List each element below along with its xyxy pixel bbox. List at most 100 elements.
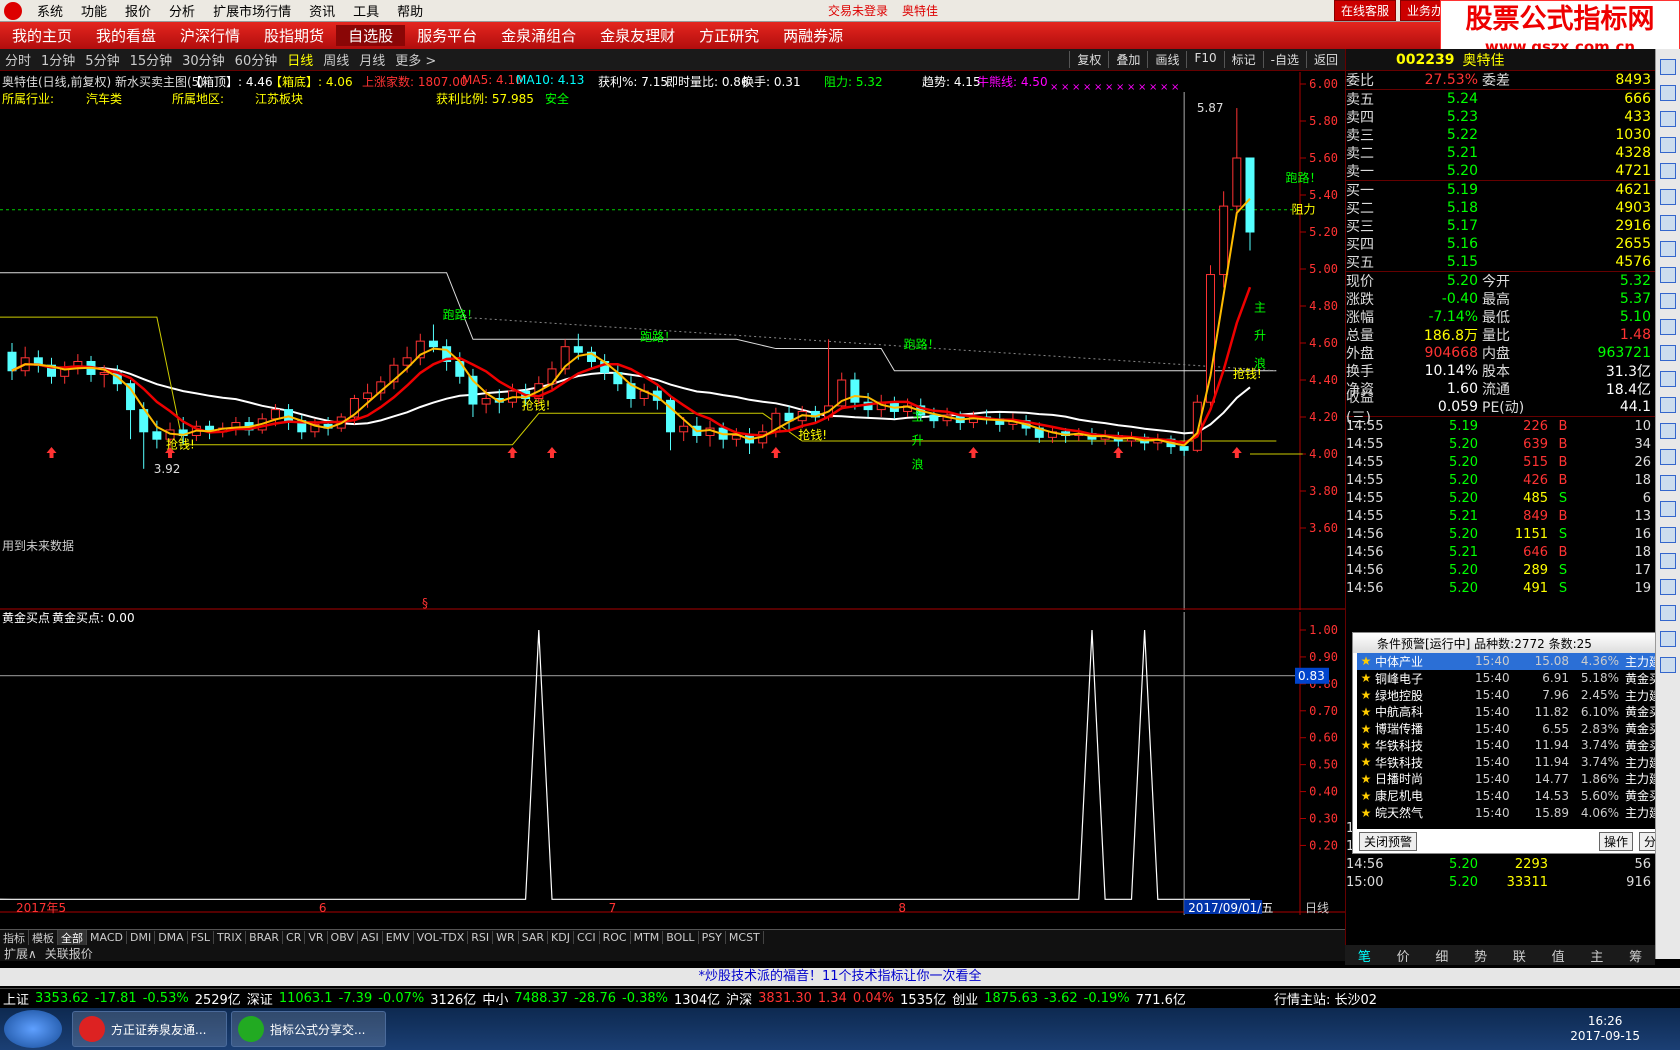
candle-body[interactable]	[850, 379, 860, 403]
alert-title[interactable]: 条件预警[运行中] 品种数:2772 条数:25	[1353, 633, 1679, 653]
indicator-tab-13[interactable]: EMV	[383, 931, 414, 944]
ask-row-0[interactable]: 卖五 5.24 666	[1346, 90, 1655, 108]
candle-body[interactable]	[455, 361, 465, 377]
side-tool-icon[interactable]	[1660, 527, 1676, 543]
alert-row[interactable]: ★ 中航高科 15:40 11.82 6.10% 黄金买点	[1357, 703, 1675, 720]
alert-operate-button[interactable]: 操作	[1598, 832, 1633, 851]
tick-row[interactable]: 14:55 5.20 515 B 26	[1346, 453, 1655, 471]
taskbar-app-fangzheng[interactable]: 方正证券泉友通...	[72, 1011, 227, 1047]
side-tool-icon[interactable]	[1660, 163, 1676, 179]
candle-body[interactable]	[481, 398, 491, 405]
system-clock[interactable]: 16:26 2017-09-15	[1570, 1014, 1640, 1044]
chart-tool-1[interactable]: 叠加	[1108, 51, 1147, 68]
quote-tab-3[interactable]: 势	[1474, 946, 1487, 965]
menu-system[interactable]: 系统	[28, 1, 72, 20]
period-tab-6[interactable]: 日线	[282, 50, 318, 69]
ask-row-4[interactable]: 卖一 5.20 4721	[1346, 162, 1655, 180]
candle-body[interactable]	[929, 414, 939, 422]
indicator-tab-11[interactable]: OBV	[328, 931, 358, 944]
chart-tool-4[interactable]: 标记	[1223, 51, 1263, 68]
right-toolbar[interactable]	[1655, 49, 1680, 959]
indicator-tab-8[interactable]: BRAR	[246, 931, 284, 944]
tick-row[interactable]: 15:00 5.20 33311 916	[1346, 873, 1655, 891]
indicator-tab-2[interactable]: 全部	[58, 929, 87, 946]
side-tool-icon[interactable]	[1660, 579, 1676, 595]
side-tool-icon[interactable]	[1660, 267, 1676, 283]
quote-tab-5[interactable]: 值	[1552, 946, 1565, 965]
indicator-tab-16[interactable]: WR	[493, 931, 519, 944]
menu-help[interactable]: 帮助	[388, 1, 432, 20]
alert-row[interactable]: ★ 博瑞传播 15:40 6.55 2.83% 黄金买点	[1357, 720, 1675, 737]
indicator-tab-15[interactable]: RSI	[468, 931, 494, 944]
bid-row-4[interactable]: 买五 5.15 4576	[1346, 253, 1655, 271]
bid-row-0[interactable]: 买一 5.19 4621	[1346, 181, 1655, 199]
tick-row[interactable]: 14:55 5.21 849 B 13	[1346, 507, 1655, 525]
candle-body[interactable]	[1232, 157, 1242, 207]
side-tool-icon[interactable]	[1660, 449, 1676, 465]
side-tool-icon[interactable]	[1660, 423, 1676, 439]
side-tool-icon[interactable]	[1660, 241, 1676, 257]
chart-tool-3[interactable]: F10	[1186, 51, 1223, 68]
period-tab-8[interactable]: 月线	[354, 50, 390, 69]
candle-body[interactable]	[363, 392, 373, 400]
candle-body[interactable]	[428, 340, 438, 348]
extra-tab-1[interactable]: 关联报价	[41, 945, 97, 962]
tick-row[interactable]: 14:55 5.20 485 S 6	[1346, 489, 1655, 507]
nav-tab-1[interactable]: 我的看盘	[84, 25, 168, 46]
nav-tab-4[interactable]: 自选股	[336, 25, 406, 46]
period-tab-9[interactable]: 更多 >	[390, 50, 441, 69]
indicator-tab-21[interactable]: MTM	[631, 931, 664, 944]
alert-row[interactable]: ★ 铜峰电子 15:40 6.91 5.18% 黄金买点	[1357, 670, 1675, 687]
candle-body[interactable]	[679, 425, 689, 433]
golden-buy-indicator-chart[interactable]: 黄金买点 黄金买点: 0.001.000.900.800.700.600.500.…	[0, 612, 1345, 915]
period-tab-0[interactable]: 分时	[0, 50, 36, 69]
indicator-tab-14[interactable]: VOL-TDX	[414, 931, 469, 944]
candle-body[interactable]	[1179, 446, 1189, 451]
alert-row[interactable]: ★ 绿地控股 15:40 7.96 2.45% 主力建仓	[1357, 687, 1675, 704]
condition-alert-window[interactable]: 条件预警[运行中] 品种数:2772 条数:25 ★ 中体产业 15:40 15.08…	[1352, 632, 1680, 854]
candle-body[interactable]	[152, 431, 162, 440]
nav-tab-6[interactable]: 金泉涌组合	[489, 25, 588, 46]
period-tab-7[interactable]: 周线	[318, 50, 354, 69]
period-tab-3[interactable]: 15分钟	[125, 50, 178, 69]
alert-list[interactable]: ★ 中体产业 15:40 15.08 4.36% 主力建仓 ★ 铜峰电子 15:40 6.91 5.…	[1357, 653, 1675, 829]
side-tool-icon[interactable]	[1660, 137, 1676, 153]
nav-tab-8[interactable]: 方正研究	[687, 25, 771, 46]
indicator-tab-22[interactable]: BOLL	[663, 931, 699, 944]
candle-body[interactable]	[284, 409, 294, 422]
menu-news[interactable]: 资讯	[300, 1, 344, 20]
nav-tab-9[interactable]: 两融券源	[771, 25, 855, 46]
indicator-tab-18[interactable]: KDJ	[548, 931, 574, 944]
indicator-tab-19[interactable]: CCI	[574, 931, 600, 944]
side-tool-icon[interactable]	[1660, 345, 1676, 361]
candle-body[interactable]	[573, 346, 583, 353]
promo-banner[interactable]: *炒股技术派的福音！11个技术指标让你一次看全	[0, 968, 1680, 986]
side-tool-icon[interactable]	[1660, 657, 1676, 673]
nav-tab-3[interactable]: 股指期货	[252, 25, 336, 46]
alert-row[interactable]: ★ 华铁科技 15:40 11.94 3.74% 主力建仓	[1357, 754, 1675, 771]
indicator-tab-5[interactable]: DMA	[155, 931, 188, 944]
side-tool-icon[interactable]	[1660, 501, 1676, 517]
candle-body[interactable]	[99, 372, 109, 375]
alert-row[interactable]: ★ 中体产业 15:40 15.08 4.36% 主力建仓	[1357, 653, 1675, 670]
menu-ext-market[interactable]: 扩展市场行情	[204, 1, 300, 20]
tick-list[interactable]: 14:55 5.19 226 B 10 14:55 5.20 639 B 34 14:55 5.20 5…	[1346, 417, 1655, 597]
indicator-tab-10[interactable]: VR	[305, 931, 328, 944]
quote-tab-0[interactable]: 笔	[1358, 946, 1371, 965]
candle-body[interactable]	[270, 409, 280, 420]
tick-row[interactable]: 14:55 5.19 226 B 10	[1346, 417, 1655, 435]
indicator-tab-12[interactable]: ASI	[358, 931, 383, 944]
quote-tab-2[interactable]: 细	[1435, 946, 1448, 965]
extra-tab-0[interactable]: 扩展∧	[0, 945, 41, 962]
quote-tab-1[interactable]: 价	[1397, 946, 1410, 965]
market-station[interactable]: 行情主站: 长沙02	[1271, 989, 1380, 1008]
nav-tab-5[interactable]: 服务平台	[405, 25, 489, 46]
bid-row-1[interactable]: 买二 5.18 4903	[1346, 199, 1655, 217]
menu-function[interactable]: 功能	[72, 1, 116, 20]
indicator-tab-17[interactable]: SAR	[519, 931, 549, 944]
side-tool-icon[interactable]	[1660, 371, 1676, 387]
side-tool-icon[interactable]	[1660, 215, 1676, 231]
side-tool-icon[interactable]	[1660, 397, 1676, 413]
indicator-tab-0[interactable]: 指标	[0, 929, 29, 946]
alert-row[interactable]: ★ 日播时尚 15:40 14.77 1.86% 主力建仓	[1357, 771, 1675, 788]
